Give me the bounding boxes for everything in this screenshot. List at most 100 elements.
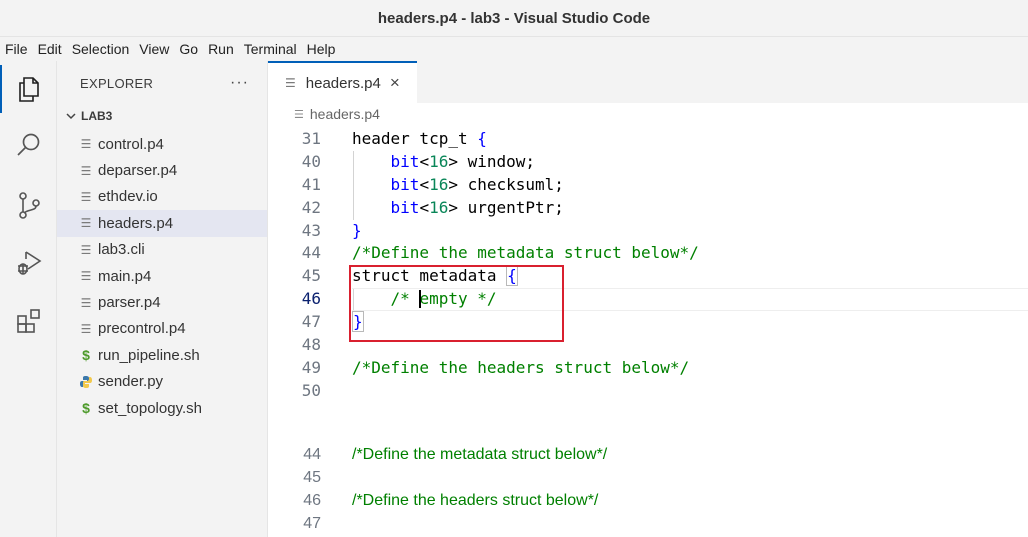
code-line[interactable]: 40 bit<16> window; xyxy=(268,150,1028,174)
file-item[interactable]: ☰ main.p4 xyxy=(57,263,267,289)
line-number: 46 xyxy=(301,289,321,309)
code-text: header tcp_t { xyxy=(352,129,487,148)
search-button[interactable] xyxy=(0,121,57,169)
code-line[interactable]: 50 xyxy=(268,380,1028,403)
editor-area: ☰ headers.p4 × ☰ headers.p4 31 header tcp… xyxy=(268,61,1028,537)
file-label: sender.py xyxy=(98,373,164,391)
code-text: /*Define the headers struct below*/ xyxy=(352,357,690,377)
code-line[interactable]: 43} xyxy=(268,220,1028,243)
code-line[interactable]: 42 bit<16> urgentPtr; xyxy=(268,196,1028,220)
code-line[interactable]: 46 /* empty */ xyxy=(268,288,1028,312)
tab-label: headers.p4 xyxy=(305,74,381,92)
breadcrumb[interactable]: ☰ headers.p4 xyxy=(268,103,1028,125)
code-text: } xyxy=(352,220,362,240)
menu-selection[interactable]: Selection xyxy=(67,37,135,61)
menu-terminal[interactable]: Terminal xyxy=(239,37,302,61)
file-label: lab3.cli xyxy=(98,241,145,259)
code-text: /*Define the metadata struct below*/ xyxy=(352,446,608,463)
code-line[interactable]: 44 /*Define the metadata struct below*/ xyxy=(268,242,1028,265)
extensions-button[interactable] xyxy=(0,297,57,345)
explorer-title: EXPLORER xyxy=(80,75,154,91)
line-number: 46 xyxy=(303,491,321,509)
run-debug-button[interactable] xyxy=(0,238,57,286)
file-item[interactable]: ☰ lab3.cli xyxy=(57,237,267,263)
menu-help[interactable]: Help xyxy=(302,37,341,61)
file-lines-icon: ☰ xyxy=(80,242,92,257)
source-control-icon xyxy=(18,192,40,219)
activity-bar xyxy=(0,61,57,537)
file-item[interactable]: ☰ deparser.p4 xyxy=(57,157,267,183)
code-line[interactable]: 46 /*Define the headers struct below*/ xyxy=(268,490,1028,513)
code-text: /* empty */ xyxy=(352,289,497,309)
code-line[interactable]: 44 /*Define the metadata struct below*/ xyxy=(268,444,1028,467)
code-line[interactable]: 45 xyxy=(268,467,1028,490)
line-number: 45 xyxy=(301,266,321,286)
menu-bar: File Edit Selection View Go Run Terminal… xyxy=(0,37,1028,61)
file-item[interactable]: ☰ control.p4 xyxy=(57,131,267,157)
file-item[interactable]: ☰ precontrol.p4 xyxy=(57,316,267,342)
file-label: ethdev.io xyxy=(98,188,158,206)
code-snippet-repeat: 44 /*Define the metadata struct below*/ 45… xyxy=(268,444,1028,536)
file-lines-icon: ☰ xyxy=(80,269,92,284)
line-number: 42 xyxy=(301,197,321,217)
line-number: 47 xyxy=(303,514,321,532)
chevron-down-icon xyxy=(63,110,79,122)
close-icon[interactable]: × xyxy=(390,73,400,93)
file-label: precontrol.p4 xyxy=(98,320,186,338)
file-item[interactable]: ☰ headers.p4 xyxy=(57,210,267,237)
file-label: set_topology.sh xyxy=(98,399,202,417)
file-item[interactable]: sender.py xyxy=(57,369,267,395)
file-label: main.p4 xyxy=(98,267,152,285)
code-line[interactable]: 49 /*Define the headers struct below*/ xyxy=(268,357,1028,380)
file-item[interactable]: ☰ parser.p4 xyxy=(57,289,267,315)
file-lines-icon: ☰ xyxy=(80,137,92,152)
file-lines-icon: ☰ xyxy=(80,321,92,336)
extensions-icon xyxy=(16,309,40,333)
file-item[interactable]: $ set_topology.sh xyxy=(57,395,267,421)
files-icon xyxy=(18,77,39,102)
file-item[interactable]: ☰ ethdev.io xyxy=(57,184,267,210)
line-number: 49 xyxy=(301,357,321,377)
run-debug-icon xyxy=(17,251,41,275)
code-line[interactable]: 45 struct metadata { xyxy=(268,265,1028,288)
file-label: deparser.p4 xyxy=(98,162,178,180)
menu-view[interactable]: View xyxy=(134,37,174,61)
indent-guide xyxy=(353,288,354,312)
file-lines-icon: ☰ xyxy=(294,108,304,121)
source-control-button[interactable] xyxy=(0,181,57,229)
tab-headers-p4[interactable]: ☰ headers.p4 × xyxy=(268,61,417,103)
text-cursor xyxy=(419,289,422,308)
file-label: parser.p4 xyxy=(98,294,161,312)
explorer-button[interactable] xyxy=(0,65,57,113)
line-number: 50 xyxy=(301,380,321,400)
menu-run[interactable]: Run xyxy=(203,37,239,61)
line-number: 40 xyxy=(301,151,321,171)
folder-lab3[interactable]: LAB3 xyxy=(57,105,267,127)
code-text: bit<16> checksuml; xyxy=(390,174,564,194)
file-lines-icon: ☰ xyxy=(80,295,92,310)
code-editor[interactable]: 31 header tcp_t {40 bit<16> window; 41 bit… xyxy=(268,128,1028,403)
menu-go[interactable]: Go xyxy=(174,37,203,61)
line-number: 44 xyxy=(301,243,321,263)
line-number: 41 xyxy=(301,174,321,194)
code-line[interactable]: 41 bit<16> checksuml; xyxy=(268,173,1028,197)
menu-file[interactable]: File xyxy=(0,37,33,61)
window-title: headers.p4 - lab3 - Visual Studio Code xyxy=(377,9,651,27)
file-label: control.p4 xyxy=(98,135,164,153)
code-line[interactable]: 47} xyxy=(268,311,1028,334)
file-lines-icon: ☰ xyxy=(80,189,92,204)
sticky-scroll-line[interactable]: 31 header tcp_t { xyxy=(268,128,1028,151)
menu-edit[interactable]: Edit xyxy=(33,37,67,61)
shell-script-icon: $ xyxy=(82,400,90,417)
code-line[interactable]: 47 xyxy=(268,513,1028,536)
file-lines-icon: ☰ xyxy=(80,216,92,231)
line-number: 47 xyxy=(301,312,321,332)
explorer-header: EXPLORER ··· xyxy=(57,61,267,105)
more-actions-icon[interactable]: ··· xyxy=(230,74,249,92)
code-line[interactable]: 48 xyxy=(268,334,1028,357)
line-number: 48 xyxy=(301,335,321,355)
file-lines-icon: ☰ xyxy=(285,76,296,90)
line-number: 43 xyxy=(301,220,321,240)
file-item[interactable]: $ run_pipeline.sh xyxy=(57,342,267,368)
search-icon xyxy=(16,133,39,156)
